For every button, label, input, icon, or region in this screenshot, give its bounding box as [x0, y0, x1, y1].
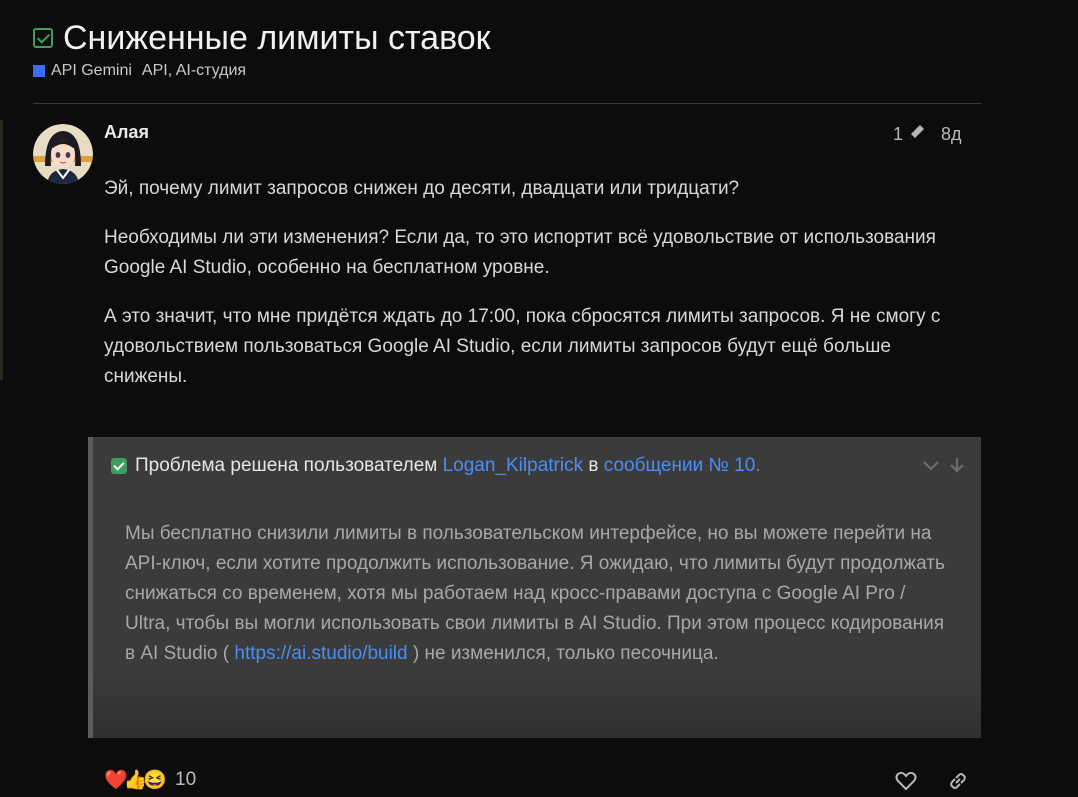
post-action-buttons — [895, 770, 969, 797]
topic-header: Сниженные лимиты ставок — [33, 18, 491, 58]
solution-author-link[interactable]: Logan_Kilpatrick — [443, 455, 583, 477]
post-meta: 1 8д — [893, 122, 962, 147]
chevron-down-icon[interactable] — [921, 455, 941, 480]
solution-post-link[interactable]: сообщении № 10. — [604, 455, 761, 477]
category-link[interactable]: API Gemini — [51, 62, 132, 80]
post-paragraph: А это значит, что мне придётся ждать до … — [104, 306, 941, 387]
accepted-solution: Проблема решена пользователем Logan_Kilp… — [88, 437, 981, 738]
solution-in: в — [588, 455, 599, 476]
solution-text-after: ) не изменился, только песочница. — [412, 643, 719, 664]
link-icon[interactable] — [947, 770, 969, 797]
solution-text: Мы бесплатно снизили лимиты в пользовате… — [125, 519, 955, 669]
solution-prefix: Проблема решена пользователем — [135, 455, 438, 476]
solution-controls — [921, 455, 967, 480]
post-paragraph: Эй, почему лимит запросов снижен до деся… — [104, 178, 740, 199]
pencil-icon[interactable] — [907, 122, 927, 147]
topic-title[interactable]: Сниженные лимиты ставок — [63, 18, 491, 58]
solved-check-icon — [111, 458, 127, 474]
avatar[interactable] — [33, 124, 93, 184]
arrow-down-icon[interactable] — [947, 455, 967, 480]
laugh-reaction-icon: 😆 — [143, 770, 168, 791]
solved-check-icon — [33, 28, 53, 48]
heart-icon[interactable] — [895, 770, 917, 797]
page-edge — [0, 120, 3, 380]
solution-fade — [93, 668, 981, 738]
post-reactions[interactable]: ❤️ 👍 😆 10 — [104, 768, 196, 792]
divider — [33, 103, 981, 104]
topic-categories: API Gemini API, AI-студия — [33, 62, 246, 80]
post-body: Эй, почему лимит запросов снижен до деся… — [104, 174, 964, 411]
solution-url-link[interactable]: https://ai.studio/build — [234, 643, 407, 664]
post-paragraph: Необходимы ли эти изменения? Если да, то… — [104, 227, 936, 278]
post-author[interactable]: Алая — [104, 122, 149, 143]
solution-header: Проблема решена пользователем Logan_Kilp… — [111, 455, 761, 477]
category-color-icon — [33, 65, 45, 77]
edit-count[interactable]: 1 — [893, 124, 903, 145]
tag-list[interactable]: API, AI-студия — [142, 62, 246, 80]
post-date[interactable]: 8д — [941, 124, 962, 145]
